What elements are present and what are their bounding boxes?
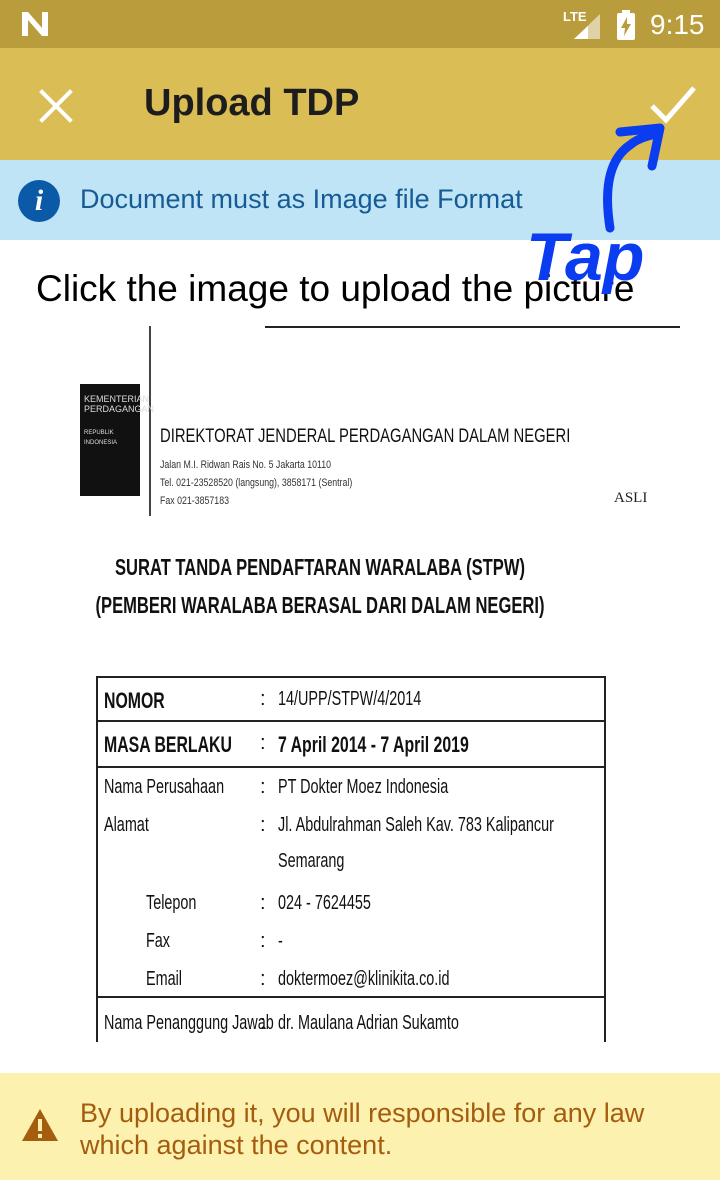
table-value: Semarang bbox=[278, 850, 345, 872]
letterhead-divider bbox=[149, 326, 151, 516]
warning-text: By uploading it, you will responsible fo… bbox=[80, 1098, 645, 1160]
close-icon[interactable] bbox=[34, 84, 78, 128]
table-label: MASA BERLAKU bbox=[104, 732, 232, 757]
table-value: dr. Maulana Adrian Sukamto bbox=[278, 1012, 459, 1034]
table-value: 024 - 7624455 bbox=[278, 892, 371, 914]
table-separator: : bbox=[260, 930, 266, 952]
table-label: NOMOR bbox=[104, 688, 165, 713]
table-separator: : bbox=[260, 688, 266, 710]
document-image[interactable]: KEMENTERIAN PERDAGANGAN REPUBLIK INDONES… bbox=[40, 326, 680, 1042]
table-label: Nama Perusahaan bbox=[104, 776, 225, 798]
address-line: Jalan M.I. Ridwan Rais No. 5 Jakarta 101… bbox=[160, 459, 332, 471]
upload-instruction: Click the image to upload the picture bbox=[36, 268, 635, 309]
table-value: 14/UPP/STPW/4/2014 bbox=[278, 688, 422, 710]
table-value: - bbox=[278, 930, 283, 952]
phone-line: Tel. 021-23528520 (langsung), 3858171 (S… bbox=[160, 477, 353, 489]
org-name: DIREKTORAT JENDERAL PERDAGANGAN DALAM NE… bbox=[160, 426, 571, 447]
document-title: SURAT TANDA PENDAFTARAN WARALABA (STPW) bbox=[115, 554, 525, 580]
notification-n-icon bbox=[22, 12, 48, 36]
page-title: Upload TDP bbox=[144, 82, 360, 124]
app-bar: Upload TDP bbox=[0, 48, 720, 160]
table-value: PT Dokter Moez Indonesia bbox=[278, 776, 449, 798]
table-value: 7 April 2014 - 7 April 2019 bbox=[278, 732, 469, 757]
info-banner: i Document must as Image file Format bbox=[0, 160, 720, 240]
table-separator: : bbox=[260, 776, 266, 798]
cell-signal-icon bbox=[574, 14, 600, 39]
document-table: NOMOR : 14/UPP/STPW/4/2014 MASA BERLAKU … bbox=[96, 676, 606, 1042]
info-icon: i bbox=[18, 180, 60, 222]
scan-edge bbox=[265, 326, 680, 328]
table-label: Nama Penanggung Jawab bbox=[104, 1012, 274, 1034]
status-time: 9:15 bbox=[650, 9, 705, 40]
table-separator: : bbox=[260, 968, 266, 990]
table-rule bbox=[98, 996, 604, 998]
document-subtitle: (PEMBERI WARALABA BERASAL DARI DALAM NEG… bbox=[95, 592, 545, 618]
status-bar: LTE 9:15 bbox=[0, 0, 720, 48]
stamp-asli: ASLI bbox=[614, 490, 648, 506]
table-value: doktermoez@klinikita.co.id bbox=[278, 968, 450, 990]
info-banner-text: Document must as Image file Format bbox=[80, 184, 523, 214]
fax-line: Fax 021-3857183 bbox=[160, 495, 229, 507]
table-value: Jl. Abdulrahman Saleh Kav. 783 Kalipancu… bbox=[278, 814, 554, 836]
warning-icon bbox=[22, 1109, 58, 1141]
table-rule bbox=[98, 720, 604, 722]
warning-banner: By uploading it, you will responsible fo… bbox=[0, 1073, 720, 1180]
table-separator: : bbox=[260, 732, 266, 754]
table-separator: : bbox=[260, 892, 266, 914]
table-label: Telepon bbox=[146, 892, 197, 914]
ministry-logo: KEMENTERIAN PERDAGANGAN REPUBLIK INDONES… bbox=[80, 384, 154, 496]
table-label: Email bbox=[146, 968, 183, 990]
table-rule bbox=[98, 766, 604, 768]
table-label: Fax bbox=[146, 930, 171, 952]
table-separator: : bbox=[260, 1012, 266, 1034]
battery-charging-icon bbox=[617, 10, 635, 40]
table-label: Alamat bbox=[104, 814, 149, 836]
confirm-check-icon[interactable] bbox=[646, 78, 698, 130]
table-separator: : bbox=[260, 814, 266, 836]
